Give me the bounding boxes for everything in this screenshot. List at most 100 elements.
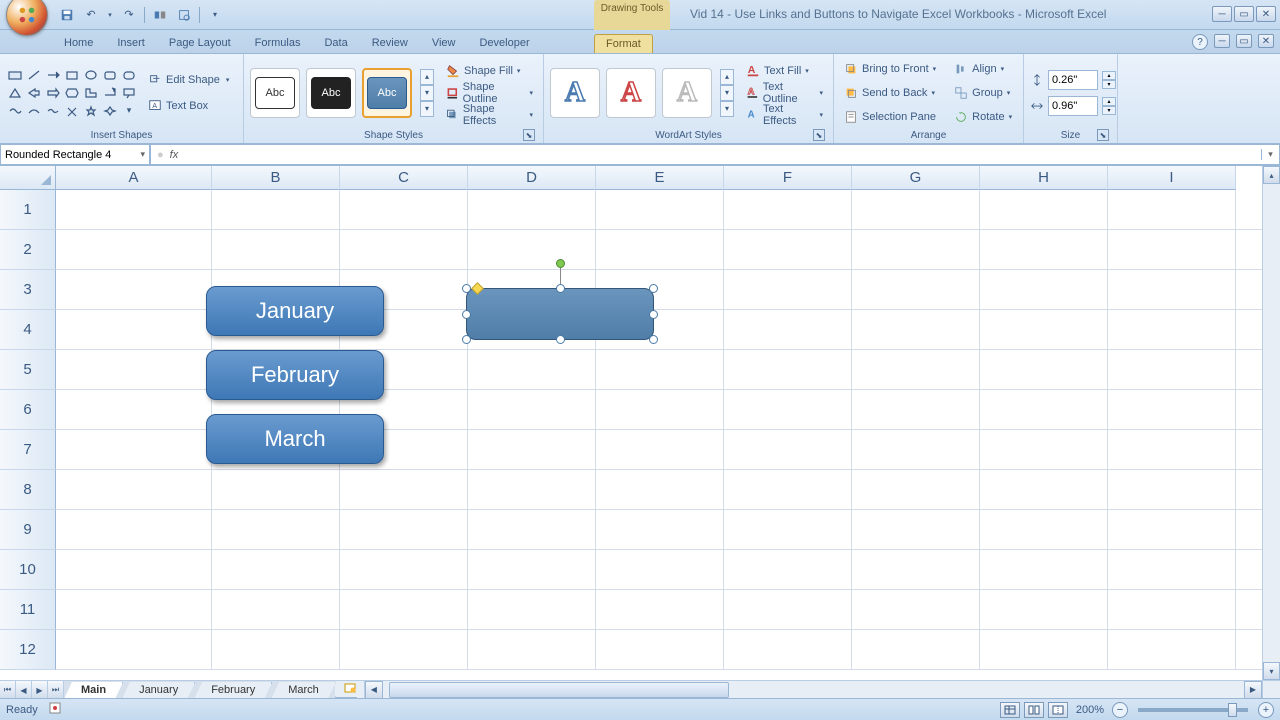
col-header[interactable]: A xyxy=(56,166,212,190)
resize-handle-ne[interactable] xyxy=(649,284,658,293)
cell[interactable] xyxy=(212,470,340,509)
zoom-level[interactable]: 200% xyxy=(1076,704,1104,716)
shapes-gallery[interactable]: ▾ xyxy=(6,66,138,119)
text-box-button[interactable]: AText Box xyxy=(144,95,233,117)
cell[interactable] xyxy=(56,230,212,269)
cell[interactable] xyxy=(724,630,852,669)
cell[interactable] xyxy=(56,350,212,389)
name-box[interactable]: Rounded Rectangle 4 xyxy=(0,144,150,165)
row-header[interactable]: 2 xyxy=(0,230,56,270)
col-header[interactable]: C xyxy=(340,166,468,190)
cell[interactable] xyxy=(212,190,340,229)
sheet-tab-main[interactable]: Main xyxy=(64,682,123,699)
shape-outline-button[interactable]: Shape Outline ▾ xyxy=(442,82,537,104)
cell[interactable] xyxy=(852,470,980,509)
cell[interactable] xyxy=(468,630,596,669)
cell[interactable] xyxy=(468,390,596,429)
cell[interactable] xyxy=(724,350,852,389)
macro-record-icon[interactable] xyxy=(48,701,62,718)
cell[interactable] xyxy=(980,510,1108,549)
tab-developer[interactable]: Developer xyxy=(467,33,541,53)
nav-button-february[interactable]: February xyxy=(206,350,384,400)
sheet-tab-march[interactable]: March xyxy=(271,682,336,699)
cell[interactable] xyxy=(852,430,980,469)
tab-nav-prev-icon[interactable]: ◀ xyxy=(16,681,32,699)
tab-format[interactable]: Format xyxy=(594,34,653,53)
text-outline-button[interactable]: AText Outline ▾ xyxy=(742,82,827,104)
text-effects-button[interactable]: AText Effects ▾ xyxy=(742,104,827,126)
cell[interactable] xyxy=(980,190,1108,229)
cell[interactable] xyxy=(1108,350,1236,389)
doc-restore-button[interactable]: ▭ xyxy=(1236,34,1252,48)
zoom-thumb[interactable] xyxy=(1228,703,1237,717)
shape-fill-button[interactable]: Shape Fill ▾ xyxy=(442,60,537,82)
cell[interactable] xyxy=(596,190,724,229)
col-header[interactable]: E xyxy=(596,166,724,190)
height-down-icon[interactable]: ▾ xyxy=(1102,80,1116,89)
send-to-back-button[interactable]: Send to Back ▾ xyxy=(840,82,940,104)
cell[interactable] xyxy=(340,470,468,509)
scroll-up-icon[interactable]: ▴ xyxy=(1263,166,1280,184)
doc-minimize-button[interactable]: ─ xyxy=(1214,34,1230,48)
tab-insert[interactable]: Insert xyxy=(105,33,157,53)
align-button[interactable]: Align ▾ xyxy=(950,58,1016,80)
cell[interactable] xyxy=(596,470,724,509)
cell[interactable] xyxy=(56,270,212,309)
resize-handle-n[interactable] xyxy=(556,284,565,293)
bring-to-front-button[interactable]: Bring to Front ▾ xyxy=(840,58,940,80)
cell[interactable] xyxy=(1108,430,1236,469)
cell[interactable] xyxy=(724,190,852,229)
cell[interactable] xyxy=(212,550,340,589)
fx-icon[interactable]: fx xyxy=(170,149,179,161)
cell[interactable] xyxy=(724,310,852,349)
cell[interactable] xyxy=(596,550,724,589)
cell[interactable] xyxy=(1108,230,1236,269)
cell[interactable] xyxy=(852,190,980,229)
cell[interactable] xyxy=(852,390,980,429)
vertical-scrollbar[interactable]: ▴ ▾ xyxy=(1262,166,1280,680)
col-header[interactable]: F xyxy=(724,166,852,190)
cell[interactable] xyxy=(724,550,852,589)
cell[interactable] xyxy=(56,470,212,509)
cell[interactable] xyxy=(56,390,212,429)
row-header[interactable]: 12 xyxy=(0,630,56,670)
resize-handle-s[interactable] xyxy=(556,335,565,344)
col-header[interactable]: G xyxy=(852,166,980,190)
tab-home[interactable]: Home xyxy=(52,33,105,53)
gallery-up-icon[interactable]: ▴ xyxy=(420,69,434,85)
cell[interactable] xyxy=(468,550,596,589)
wa-gallery-more-icon[interactable]: ▾ xyxy=(720,101,734,117)
sheet-tab-january[interactable]: January xyxy=(122,682,195,699)
row-header[interactable]: 8 xyxy=(0,470,56,510)
cell[interactable] xyxy=(468,510,596,549)
col-header[interactable]: I xyxy=(1108,166,1236,190)
scroll-down-icon[interactable]: ▾ xyxy=(1263,662,1280,680)
resize-handle-sw[interactable] xyxy=(462,335,471,344)
col-header[interactable]: H xyxy=(980,166,1108,190)
cell[interactable] xyxy=(852,350,980,389)
cell[interactable] xyxy=(468,190,596,229)
zoom-out-icon[interactable]: − xyxy=(1112,702,1128,718)
row-header[interactable]: 5 xyxy=(0,350,56,390)
close-button[interactable]: ✕ xyxy=(1256,6,1276,22)
wordart-launcher[interactable]: ⬊ xyxy=(813,129,825,141)
tab-nav-last-icon[interactable]: ⏭ xyxy=(48,681,64,699)
cell[interactable] xyxy=(468,350,596,389)
cell[interactable] xyxy=(596,630,724,669)
cell[interactable] xyxy=(596,390,724,429)
row-header[interactable]: 10 xyxy=(0,550,56,590)
cell[interactable] xyxy=(468,230,596,269)
cell[interactable] xyxy=(340,190,468,229)
cell[interactable] xyxy=(724,270,852,309)
cell[interactable] xyxy=(56,550,212,589)
help-icon[interactable]: ? xyxy=(1192,34,1208,50)
resize-handle-se[interactable] xyxy=(649,335,658,344)
nav-button-march[interactable]: March xyxy=(206,414,384,464)
cell[interactable] xyxy=(980,230,1108,269)
row-header[interactable]: 3 xyxy=(0,270,56,310)
cell[interactable] xyxy=(1108,590,1236,629)
cell[interactable] xyxy=(724,470,852,509)
cell[interactable] xyxy=(340,630,468,669)
group-button[interactable]: Group ▾ xyxy=(950,82,1016,104)
minimize-button[interactable]: ─ xyxy=(1212,6,1232,22)
